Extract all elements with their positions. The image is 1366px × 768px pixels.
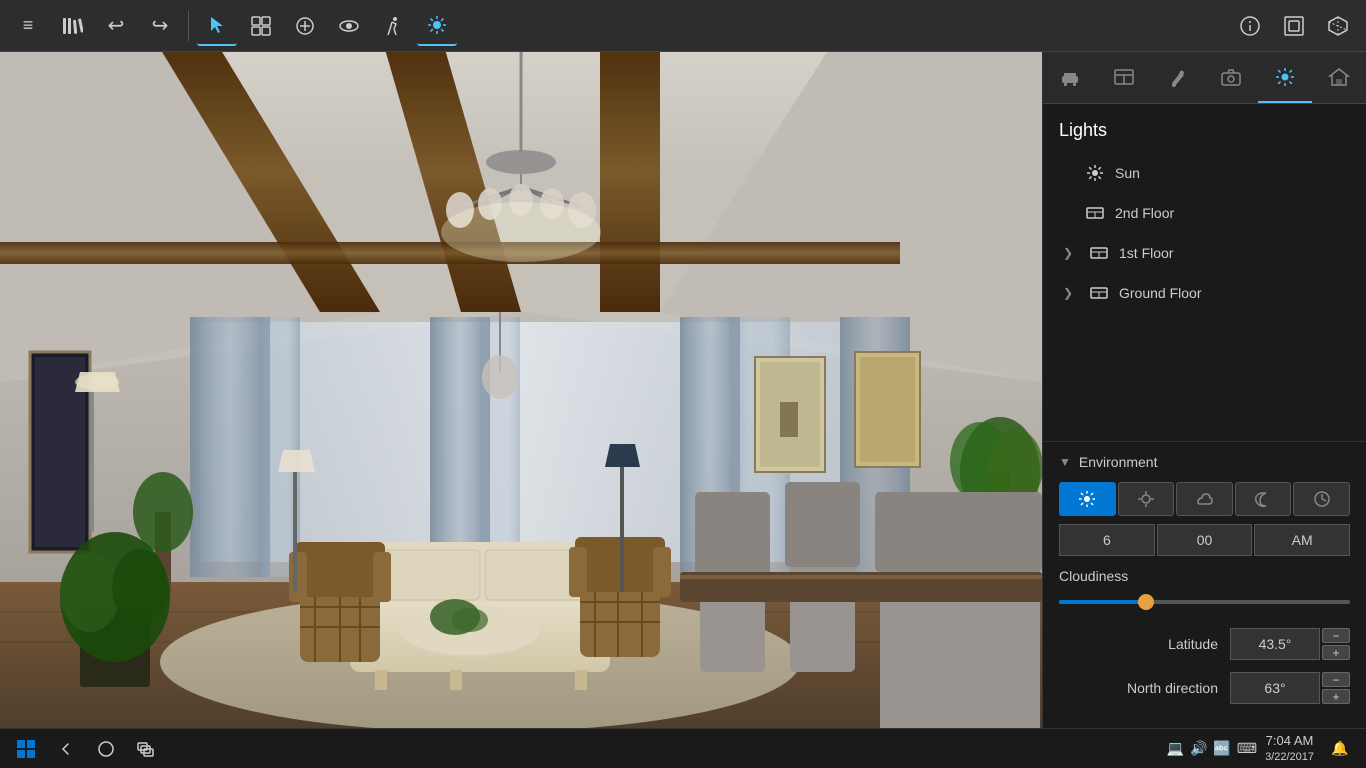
keyboard-icon[interactable]: ⌨ bbox=[1237, 740, 1257, 757]
north-direction-buttons: − + bbox=[1322, 672, 1350, 704]
walk-button[interactable] bbox=[373, 6, 413, 46]
sun-button[interactable] bbox=[417, 6, 457, 46]
volume-icon[interactable]: 🔊 bbox=[1190, 740, 1207, 757]
panel-spacer bbox=[1043, 321, 1366, 437]
tod-buttons bbox=[1059, 482, 1350, 516]
latitude-row: Latitude 43.5° − + bbox=[1059, 628, 1350, 660]
ground-floor-icon bbox=[1087, 281, 1111, 305]
1st-floor-label: 1st Floor bbox=[1119, 245, 1173, 261]
taskbar-icons bbox=[48, 731, 164, 767]
taskbar-clock[interactable]: 7:04 AM 3/22/2017 bbox=[1265, 733, 1314, 764]
light-item-2nd-floor[interactable]: 2nd Floor bbox=[1059, 193, 1350, 233]
environment-header[interactable]: ▼ Environment bbox=[1059, 454, 1350, 470]
room-scene bbox=[0, 52, 1042, 728]
sun-label: Sun bbox=[1115, 165, 1140, 181]
time-hour-field[interactable]: 6 bbox=[1059, 524, 1155, 556]
tab-paint[interactable] bbox=[1151, 52, 1205, 103]
taskbar-tray-icons: 💻 🔊 🔤 ⌨ bbox=[1167, 740, 1258, 757]
environment-title: Environment bbox=[1079, 454, 1158, 470]
lights-title: Lights bbox=[1059, 120, 1350, 141]
ground-floor-label: Ground Floor bbox=[1119, 285, 1201, 301]
separator-1 bbox=[188, 11, 189, 41]
time-inputs: 6 00 AM bbox=[1059, 524, 1350, 556]
tab-lighting[interactable] bbox=[1258, 52, 1312, 103]
north-direction-decrease-button[interactable]: − bbox=[1322, 672, 1350, 687]
top-toolbar: ≡ ↩ ↪ bbox=[0, 0, 1366, 52]
environment-section: ▼ Environment bbox=[1043, 441, 1366, 728]
info-button[interactable] bbox=[1230, 6, 1270, 46]
tab-camera[interactable] bbox=[1204, 52, 1258, 103]
start-button[interactable] bbox=[8, 731, 44, 767]
taskbar-tray: 💻 🔊 🔤 ⌨ 7:04 AM 3/22/2017 🔔 bbox=[1167, 731, 1358, 767]
cloudiness-track bbox=[1059, 600, 1350, 604]
light-item-ground-floor[interactable]: ❯ Ground Floor bbox=[1059, 273, 1350, 313]
panel-tabs bbox=[1043, 52, 1366, 104]
build-button[interactable] bbox=[285, 6, 325, 46]
library-button[interactable] bbox=[52, 6, 92, 46]
tab-furnish[interactable] bbox=[1043, 52, 1097, 103]
tod-sunrise-button[interactable] bbox=[1059, 482, 1116, 516]
cloudiness-label: Cloudiness bbox=[1059, 568, 1350, 584]
fullscreen-button[interactable] bbox=[1274, 6, 1314, 46]
ground-floor-chevron[interactable]: ❯ bbox=[1063, 286, 1083, 300]
select-tool-button[interactable] bbox=[197, 6, 237, 46]
2nd-floor-icon bbox=[1083, 201, 1107, 225]
taskbar: 💻 🔊 🔤 ⌨ 7:04 AM 3/22/2017 🔔 bbox=[0, 728, 1366, 768]
north-direction-increase-button[interactable]: + bbox=[1322, 689, 1350, 704]
tod-custom-button[interactable] bbox=[1293, 482, 1350, 516]
north-direction-input[interactable]: 63° bbox=[1230, 672, 1320, 704]
menu-button[interactable]: ≡ bbox=[8, 6, 48, 46]
1st-floor-icon bbox=[1087, 241, 1111, 265]
north-direction-row: North direction 63° − + bbox=[1059, 672, 1350, 704]
redo-button[interactable]: ↪ bbox=[140, 6, 180, 46]
clock-date: 3/22/2017 bbox=[1265, 750, 1314, 764]
north-direction-label: North direction bbox=[1059, 680, 1218, 696]
latitude-label: Latitude bbox=[1059, 636, 1218, 652]
back-button[interactable] bbox=[48, 731, 84, 767]
network-icon[interactable]: 💻 bbox=[1167, 740, 1184, 757]
2nd-floor-label: 2nd Floor bbox=[1115, 205, 1174, 221]
time-minute-field[interactable]: 00 bbox=[1157, 524, 1253, 556]
tod-night-button[interactable] bbox=[1235, 482, 1292, 516]
tab-build[interactable] bbox=[1097, 52, 1151, 103]
tod-cloudy-button[interactable] bbox=[1176, 482, 1233, 516]
light-item-1st-floor[interactable]: ❯ 1st Floor bbox=[1059, 233, 1350, 273]
tod-day-button[interactable] bbox=[1118, 482, 1175, 516]
sun-light-icon bbox=[1083, 161, 1107, 185]
light-item-sun[interactable]: Sun bbox=[1059, 153, 1350, 193]
environment-collapse-icon: ▼ bbox=[1059, 455, 1071, 469]
latitude-input[interactable]: 43.5° bbox=[1230, 628, 1320, 660]
right-panel: Lights Sun bbox=[1042, 52, 1366, 728]
undo-button[interactable]: ↩ bbox=[96, 6, 136, 46]
time-period-field[interactable]: AM bbox=[1254, 524, 1350, 556]
cloudiness-slider[interactable] bbox=[1059, 592, 1350, 612]
1st-floor-chevron[interactable]: ❯ bbox=[1063, 246, 1083, 260]
cloudiness-thumb[interactable] bbox=[1138, 594, 1154, 610]
latitude-decrease-button[interactable]: − bbox=[1322, 628, 1350, 643]
cloudiness-fill bbox=[1059, 600, 1146, 604]
lights-section: Lights Sun bbox=[1043, 104, 1366, 321]
3d-viewport[interactable]: ❯ bbox=[0, 52, 1042, 728]
tab-house[interactable] bbox=[1312, 52, 1366, 103]
view-button[interactable] bbox=[329, 6, 369, 46]
latitude-buttons: − + bbox=[1322, 628, 1350, 660]
latitude-increase-button[interactable]: + bbox=[1322, 645, 1350, 660]
cortana-button[interactable] bbox=[88, 731, 124, 767]
3d-button[interactable] bbox=[1318, 6, 1358, 46]
notification-icon[interactable]: 🔔 bbox=[1322, 731, 1358, 767]
arrange-button[interactable] bbox=[241, 6, 281, 46]
input-icon[interactable]: 🔤 bbox=[1213, 740, 1230, 757]
task-view-button[interactable] bbox=[128, 731, 164, 767]
main-content: ❯ bbox=[0, 52, 1366, 728]
clock-time: 7:04 AM bbox=[1265, 733, 1314, 750]
